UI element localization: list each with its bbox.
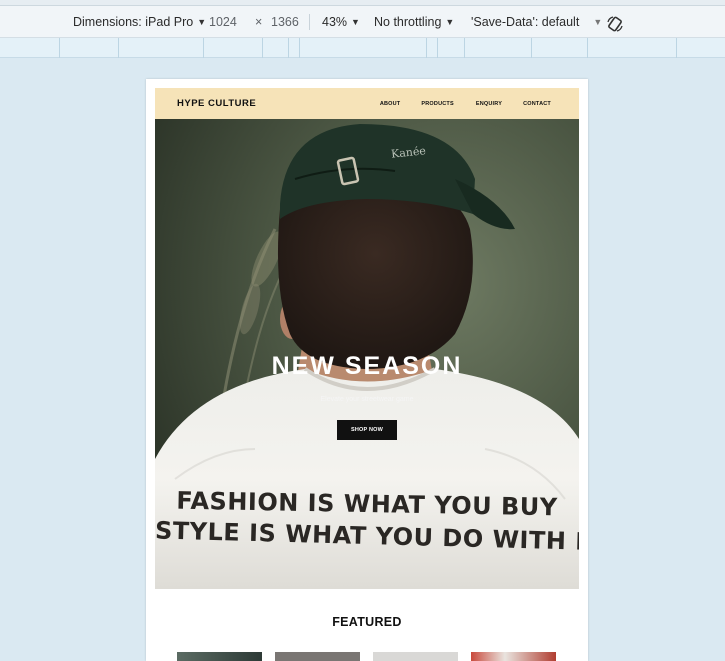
chevron-down-icon: ▼ [445, 17, 455, 27]
media-query-marker[interactable] [464, 38, 465, 58]
nav-link-contact[interactable]: CONTACT [523, 101, 551, 107]
site-header: HYPE CULTURE ABOUT PRODUCTS ENQUIRY CONT… [155, 88, 579, 119]
brand-logo[interactable]: HYPE CULTURE [177, 88, 256, 119]
hero-section: Kanée NEW SEASON Elevate your streetwear… [155, 119, 579, 589]
media-query-marker[interactable] [531, 38, 532, 58]
product-thumbnail[interactable] [177, 652, 262, 661]
featured-heading: FEATURED [332, 615, 402, 629]
toolbar-divider [309, 14, 310, 30]
chevron-down-icon: ▼ [197, 17, 207, 27]
throttling-dropdown[interactable]: No throttling ▼ [374, 6, 454, 38]
save-data-label: 'Save-Data': default [471, 15, 580, 29]
nav-link-products[interactable]: PRODUCTS [421, 101, 453, 107]
save-data-dropdown[interactable]: 'Save-Data': default ▼ [471, 6, 602, 38]
hero-subtitle: Elevate your streetwear game [320, 396, 414, 403]
device-toolbar: Dimensions: iPad Pro ▼ 1024 × 1366 43% ▼… [0, 6, 725, 38]
height-input[interactable]: 1366 [271, 6, 299, 38]
media-query-marker[interactable] [299, 38, 300, 58]
product-thumbnail[interactable] [373, 652, 458, 661]
product-thumbnail[interactable] [275, 652, 360, 661]
product-thumbnail[interactable] [471, 652, 556, 661]
shop-now-button[interactable]: SHOP NOW [337, 420, 397, 440]
media-query-marker[interactable] [203, 38, 204, 58]
chevron-down-icon: ▼ [351, 17, 360, 27]
media-query-marker[interactable] [676, 38, 677, 58]
nav-link-enquiry[interactable]: ENQUIRY [476, 101, 502, 107]
hero-title: NEW SEASON [271, 352, 463, 380]
throttling-label: No throttling [374, 15, 442, 29]
dimensions-label: Dimensions: iPad Pro [73, 15, 194, 29]
media-query-marker[interactable] [262, 38, 263, 58]
media-query-marker[interactable] [437, 38, 438, 58]
main-nav: ABOUT PRODUCTS ENQUIRY CONTACT [380, 88, 551, 119]
media-query-marker[interactable] [426, 38, 427, 58]
times-icon: × [255, 15, 263, 29]
media-query-marker[interactable] [288, 38, 289, 58]
media-query-marker[interactable] [118, 38, 119, 58]
media-query-marker[interactable] [587, 38, 588, 58]
chevron-down-icon: ▼ [593, 17, 603, 27]
nav-link-about[interactable]: ABOUT [380, 101, 401, 107]
zoom-dropdown[interactable]: 43% ▼ [322, 6, 360, 38]
media-query-marker[interactable] [59, 38, 60, 58]
media-query-bar[interactable] [0, 38, 725, 58]
zoom-label: 43% [322, 15, 348, 29]
width-input[interactable]: 1024 [209, 6, 237, 38]
rotate-icon[interactable] [606, 15, 624, 33]
device-dimensions-dropdown[interactable]: Dimensions: iPad Pro ▼ [73, 6, 206, 38]
device-viewport: HYPE CULTURE ABOUT PRODUCTS ENQUIRY CONT… [146, 79, 588, 661]
